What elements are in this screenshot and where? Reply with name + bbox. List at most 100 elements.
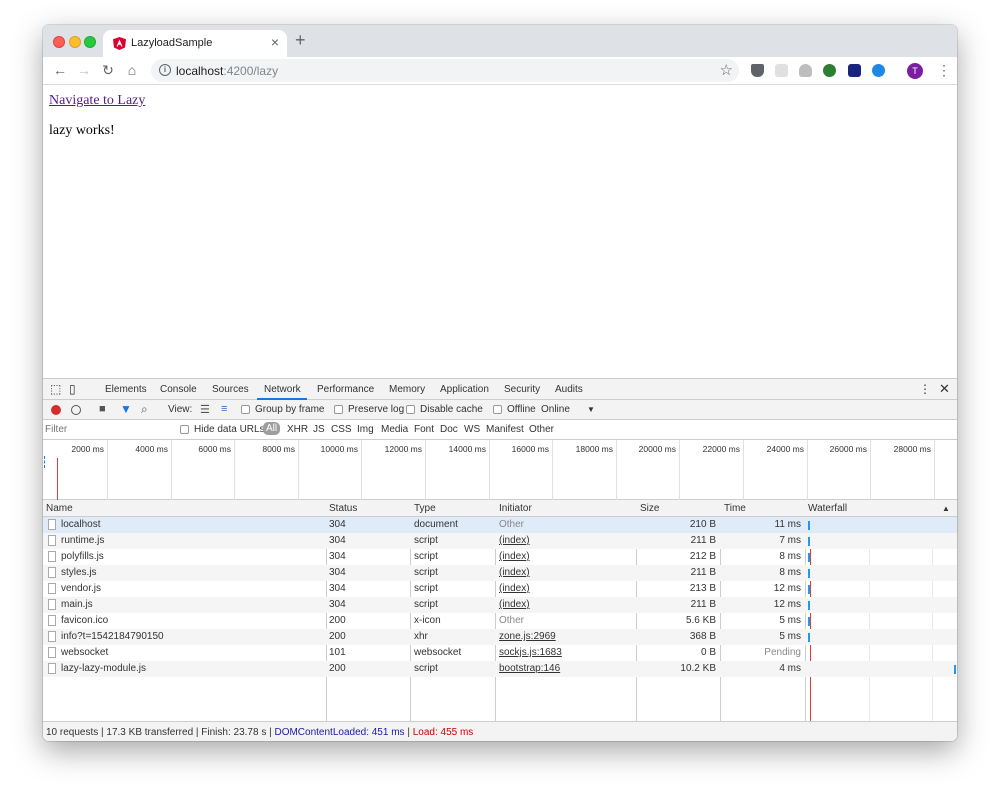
group-by-frame-checkbox[interactable] (241, 405, 250, 414)
tab-console[interactable]: Console (160, 384, 197, 395)
filter-type-js[interactable]: JS (313, 424, 325, 435)
table-row[interactable]: localhost 304 document Other 210 B 11 ms (43, 517, 957, 533)
maximize-window-button[interactable] (84, 36, 96, 48)
cell-initiator[interactable]: (index) (499, 583, 530, 594)
bookmark-star-icon[interactable]: ☆ (720, 61, 733, 79)
cell-initiator[interactable]: bootstrap:146 (499, 663, 560, 674)
hide-data-urls-checkbox[interactable] (180, 425, 189, 434)
filter-type-manifest[interactable]: Manifest (486, 424, 524, 435)
table-row[interactable]: vendor.js 304 script (index) 213 B 12 ms (43, 581, 957, 597)
info-icon[interactable]: i (159, 64, 171, 76)
navigate-to-lazy-link[interactable]: Navigate to Lazy (49, 93, 145, 109)
table-row[interactable]: polyfills.js 304 script (index) 212 B 8 ms (43, 549, 957, 565)
overview-gridline (679, 440, 680, 500)
header-size[interactable]: Size (640, 503, 659, 514)
search-icon[interactable]: ⌕ (141, 402, 148, 417)
screenshot-camera-icon[interactable]: ■ (99, 403, 106, 415)
home-icon[interactable]: ⌂ (123, 62, 141, 78)
header-time[interactable]: Time (724, 503, 746, 514)
offline-checkbox[interactable] (493, 405, 502, 414)
network-toolbar: ■ ▼ ⌕ View: ☰ ≡ Group by frame Preserve … (43, 400, 957, 420)
filter-type-all[interactable]: All (263, 422, 281, 435)
filter-type-img[interactable]: Img (357, 424, 374, 435)
cell-initiator[interactable]: (index) (499, 599, 530, 610)
clear-icon[interactable] (71, 405, 81, 415)
tab-title: LazyloadSample (131, 37, 213, 49)
chevron-down-icon[interactable]: ▼ (587, 405, 595, 414)
file-icon (48, 583, 56, 594)
cell-time: 12 ms (773, 599, 801, 610)
waterfall-bar (808, 553, 810, 562)
chrome-menu-icon[interactable]: ⋮ (937, 62, 951, 79)
browser-tab[interactable]: LazyloadSample × (103, 30, 287, 57)
network-overview[interactable]: 2000 ms 4000 ms 6000 ms 8000 ms 10000 ms 1200… (43, 440, 957, 500)
table-row[interactable]: main.js 304 script (index) 211 B 12 ms (43, 597, 957, 613)
filter-type-xhr[interactable]: XHR (287, 424, 308, 435)
filter-type-media[interactable]: Media (381, 424, 408, 435)
green-extension-icon[interactable] (823, 64, 836, 77)
filter-icon[interactable]: ▼ (120, 402, 132, 416)
new-tab-button[interactable]: + (295, 30, 306, 51)
cell-initiator[interactable]: sockjs.js:1683 (499, 647, 562, 658)
devtools-menu-icon[interactable]: ⋮ (919, 382, 931, 396)
large-rows-icon[interactable]: ☰ (200, 403, 210, 416)
cell-size: 212 B (689, 551, 716, 562)
tab-application[interactable]: Application (440, 384, 489, 395)
throttling-select[interactable]: Online (541, 404, 570, 415)
header-name[interactable]: Name (46, 503, 73, 514)
tab-elements[interactable]: Elements (105, 384, 147, 395)
header-status[interactable]: Status (329, 503, 357, 514)
drive-extension-icon[interactable] (799, 64, 812, 77)
table-row[interactable]: favicon.ico 200 x-icon Other 5.6 KB 5 ms (43, 613, 957, 629)
waterfall-view-icon[interactable]: ≡ (221, 403, 227, 415)
tab-memory[interactable]: Memory (389, 384, 425, 395)
overview-gridline (425, 440, 426, 500)
pocket-extension-icon[interactable] (751, 64, 764, 77)
cell-initiator[interactable]: (index) (499, 535, 530, 546)
disable-cache-checkbox[interactable] (406, 405, 415, 414)
header-waterfall[interactable]: Waterfall (808, 503, 847, 514)
cell-initiator[interactable]: (index) (499, 567, 530, 578)
filter-type-other[interactable]: Other (529, 424, 554, 435)
address-bar[interactable]: i localhost:4200/lazy ☆ (151, 59, 739, 82)
extension-icon[interactable] (775, 64, 788, 77)
tab-performance[interactable]: Performance (317, 384, 374, 395)
filter-input[interactable] (45, 422, 171, 437)
blue-extension-icon[interactable] (848, 64, 861, 77)
close-tab-icon[interactable]: × (271, 34, 279, 50)
table-row[interactable]: styles.js 304 script (index) 211 B 8 ms (43, 565, 957, 581)
cell-initiator[interactable]: (index) (499, 551, 530, 562)
tab-network[interactable]: Network (264, 384, 301, 395)
filter-type-font[interactable]: Font (414, 424, 434, 435)
cell-size: 211 B (690, 567, 716, 578)
filter-type-doc[interactable]: Doc (440, 424, 458, 435)
back-icon[interactable]: ← (51, 62, 69, 78)
profile-avatar[interactable]: T (907, 63, 923, 79)
cell-initiator[interactable]: zone.js:2969 (499, 631, 556, 642)
minimize-window-button[interactable] (69, 36, 81, 48)
reload-icon[interactable]: ↻ (99, 62, 117, 79)
device-toolbar-icon[interactable]: ▯ (69, 382, 76, 396)
cell-initiator: Other (499, 519, 525, 530)
header-type[interactable]: Type (414, 503, 436, 514)
tab-security[interactable]: Security (504, 384, 540, 395)
filter-type-css[interactable]: CSS (331, 424, 352, 435)
overview-tick-label: 8000 ms (262, 444, 295, 454)
preserve-log-checkbox[interactable] (334, 405, 343, 414)
table-row[interactable]: lazy-lazy-module.js 200 script bootstrap:14… (43, 661, 957, 677)
close-window-button[interactable] (53, 36, 65, 48)
close-devtools-icon[interactable]: ✕ (939, 381, 950, 397)
sort-ascending-icon[interactable]: ▲ (942, 504, 950, 513)
forward-icon[interactable]: → (75, 62, 93, 78)
filter-type-ws[interactable]: WS (464, 424, 480, 435)
tab-sources[interactable]: Sources (212, 384, 249, 395)
header-initiator[interactable]: Initiator (499, 503, 532, 514)
record-icon[interactable] (51, 405, 61, 415)
inspect-element-icon[interactable]: ⬚ (50, 382, 61, 396)
table-row[interactable]: info?t=1542184790150 200 xhr zone.js:2969 36… (43, 629, 957, 645)
tab-audits[interactable]: Audits (555, 384, 583, 395)
table-row[interactable]: websocket 101 websocket sockjs.js:1683 0 B Pe… (43, 645, 957, 661)
table-row[interactable]: runtime.js 304 script (index) 211 B 7 ms (43, 533, 957, 549)
vpn-extension-icon[interactable] (872, 64, 885, 77)
cell-time: 5 ms (779, 615, 801, 626)
